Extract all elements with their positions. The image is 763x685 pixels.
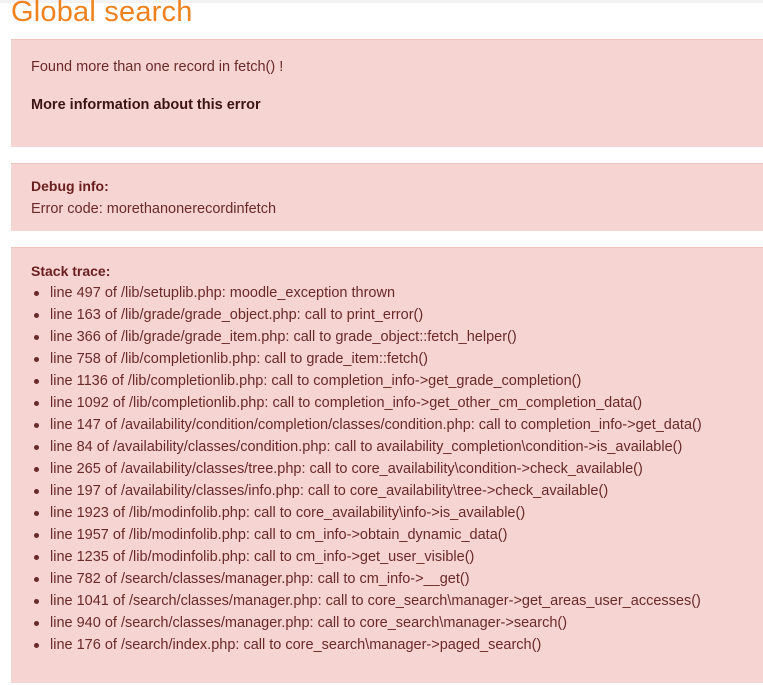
stack-trace-line: line 1235 of /lib/modinfolib.php: call t…	[31, 546, 761, 568]
stack-trace-line: line 147 of /availability/condition/comp…	[31, 414, 761, 436]
stack-trace-line: line 1923 of /lib/modinfolib.php: call t…	[31, 502, 761, 524]
stack-trace-line: line 940 of /search/classes/manager.php:…	[31, 612, 761, 634]
stack-trace-line: line 176 of /search/index.php: call to c…	[31, 634, 761, 656]
stack-trace-line: line 782 of /search/classes/manager.php:…	[31, 568, 761, 590]
stack-trace-line: line 265 of /availability/classes/tree.p…	[31, 458, 761, 480]
debug-info-heading: Debug info:	[31, 178, 109, 194]
stack-trace-line: line 758 of /lib/completionlib.php: call…	[31, 348, 761, 370]
stack-trace-line: line 1957 of /lib/modinfolib.php: call t…	[31, 524, 761, 546]
stack-trace-line: line 366 of /lib/grade/grade_item.php: c…	[31, 326, 761, 348]
debug-info-box: Debug info: Error code: morethanonerecor…	[11, 163, 763, 231]
page-title: Global search	[11, 0, 193, 28]
more-info-link[interactable]: More information about this error	[31, 96, 261, 114]
error-alert: Found more than one record in fetch() ! …	[11, 39, 763, 147]
stack-trace-line: line 1041 of /search/classes/manager.php…	[31, 590, 761, 612]
stack-trace-line: line 1136 of /lib/completionlib.php: cal…	[31, 370, 761, 392]
stack-trace-line: line 197 of /availability/classes/info.p…	[31, 480, 761, 502]
stack-trace-list: line 497 of /lib/setuplib.php: moodle_ex…	[31, 282, 761, 656]
error-code: Error code: morethanonerecordinfetch	[31, 201, 277, 217]
stack-trace-line: line 497 of /lib/setuplib.php: moodle_ex…	[31, 282, 761, 304]
stack-trace-line: line 163 of /lib/grade/grade_object.php:…	[31, 304, 761, 326]
stack-trace-box: Stack trace: line 497 of /lib/setuplib.p…	[11, 247, 763, 683]
stack-trace-line: line 84 of /availability/classes/conditi…	[31, 436, 761, 458]
stack-trace-line: line 1092 of /lib/completionlib.php: cal…	[31, 392, 761, 414]
stack-trace-heading: Stack trace:	[31, 263, 111, 279]
error-message: Found more than one record in fetch() !	[31, 59, 284, 75]
